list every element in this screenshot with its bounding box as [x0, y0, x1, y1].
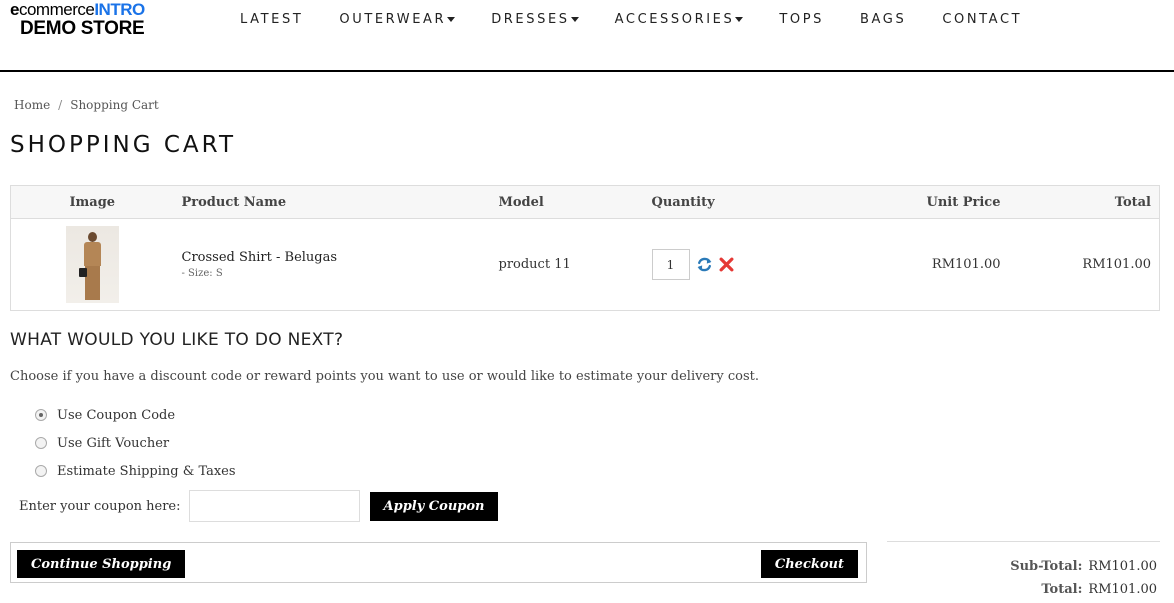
caret-down-icon: [447, 17, 456, 22]
logo-wordmark-bottom: DEMO STORE: [20, 18, 145, 39]
product-option: - Size: S: [181, 268, 223, 279]
page-title: SHOPPING CART: [10, 132, 237, 158]
refresh-icon[interactable]: [696, 256, 714, 274]
next-options: Use Coupon Code Use Gift Voucher Estimat…: [35, 401, 236, 485]
quantity-input[interactable]: [651, 249, 690, 280]
totals-divider: [887, 541, 1160, 542]
nav-item-accessories[interactable]: ACCESSORIES: [597, 11, 762, 29]
coupon-input[interactable]: [188, 490, 360, 522]
product-thumbnail[interactable]: [65, 226, 119, 303]
header-model: Model: [490, 185, 644, 219]
option-voucher[interactable]: Use Gift Voucher: [35, 429, 236, 457]
cart-totals: Sub-Total: RM101.00 Total: RM101.00: [887, 555, 1157, 601]
total-value: RM101.00: [1088, 582, 1157, 597]
table-row: Crossed Shirt - Belugas - Size: S produc…: [11, 219, 1160, 311]
header-total: Total: [1008, 185, 1160, 219]
nav-item-dresses[interactable]: DRESSES: [473, 11, 596, 29]
nav-item-tops[interactable]: TOPS: [761, 11, 842, 29]
subtotal-row: Sub-Total: RM101.00: [887, 555, 1157, 578]
header-quantity: Quantity: [643, 185, 824, 219]
option-shipping-label: Estimate Shipping & Taxes: [57, 463, 236, 479]
header-product-name: Product Name: [173, 185, 491, 219]
breadcrumb-separator: /: [58, 98, 63, 112]
remove-x-icon[interactable]: [718, 256, 736, 274]
main-nav: LATEST OUTERWEAR DRESSES ACCESSORIES TOP…: [222, 11, 1040, 29]
apply-coupon-button[interactable]: Apply Coupon: [369, 491, 499, 521]
logo-wordmark-top: ecommerceINTRO: [10, 0, 145, 19]
option-coupon[interactable]: Use Coupon Code: [35, 401, 236, 429]
total-row: Total: RM101.00: [887, 578, 1157, 601]
breadcrumb-current-link[interactable]: Shopping Cart: [70, 98, 159, 112]
continue-shopping-button[interactable]: Continue Shopping: [17, 550, 186, 578]
product-name-link[interactable]: Crossed Shirt - Belugas: [182, 250, 491, 265]
nav-item-contact[interactable]: CONTACT: [924, 11, 1040, 29]
option-coupon-label: Use Coupon Code: [57, 407, 176, 423]
caret-down-icon: [735, 17, 744, 22]
radio-voucher[interactable]: [35, 437, 47, 449]
option-voucher-label: Use Gift Voucher: [57, 435, 170, 451]
cart-table: Image Product Name Model Quantity Unit P…: [10, 185, 1160, 311]
quantity-cell: [644, 219, 824, 311]
subtotal-label: Sub-Total:: [1010, 559, 1083, 574]
header-unit-price: Unit Price: [823, 185, 1009, 219]
next-section-intro: Choose if you have a discount code or re…: [10, 369, 759, 384]
product-model: product 11: [498, 257, 571, 272]
breadcrumb-home-link[interactable]: Home: [14, 98, 50, 112]
cart-table-header: Image Product Name Model Quantity Unit P…: [10, 185, 1160, 219]
nav-item-latest[interactable]: LATEST: [222, 11, 321, 29]
caret-down-icon: [570, 17, 579, 22]
checkout-button[interactable]: Checkout: [760, 550, 858, 578]
nav-item-bags[interactable]: BAGS: [842, 11, 924, 29]
header-divider: [0, 70, 1174, 72]
total-label: Total:: [1041, 582, 1083, 597]
header-image: Image: [10, 185, 174, 219]
radio-coupon[interactable]: [35, 409, 47, 421]
unit-price: RM101.00: [931, 257, 1001, 272]
breadcrumb: Home / Shopping Cart: [14, 98, 159, 112]
line-total: RM101.00: [1082, 257, 1151, 272]
store-logo[interactable]: ecommerceINTRO DEMO STORE: [10, 0, 170, 39]
product-image-cell: [11, 219, 174, 311]
nav-item-outerwear[interactable]: OUTERWEAR: [321, 11, 473, 29]
next-section-title: WHAT WOULD YOU LIKE TO DO NEXT?: [10, 330, 344, 350]
product-name-cell: Crossed Shirt - Belugas - Size: S: [174, 219, 491, 311]
radio-shipping[interactable]: [35, 465, 47, 477]
coupon-label: Enter your coupon here:: [19, 498, 181, 514]
coupon-form: Enter your coupon here: Apply Coupon: [19, 490, 499, 522]
subtotal-value: RM101.00: [1088, 559, 1157, 574]
option-shipping[interactable]: Estimate Shipping & Taxes: [35, 457, 236, 485]
cart-actions: Continue Shopping Checkout: [10, 542, 867, 583]
